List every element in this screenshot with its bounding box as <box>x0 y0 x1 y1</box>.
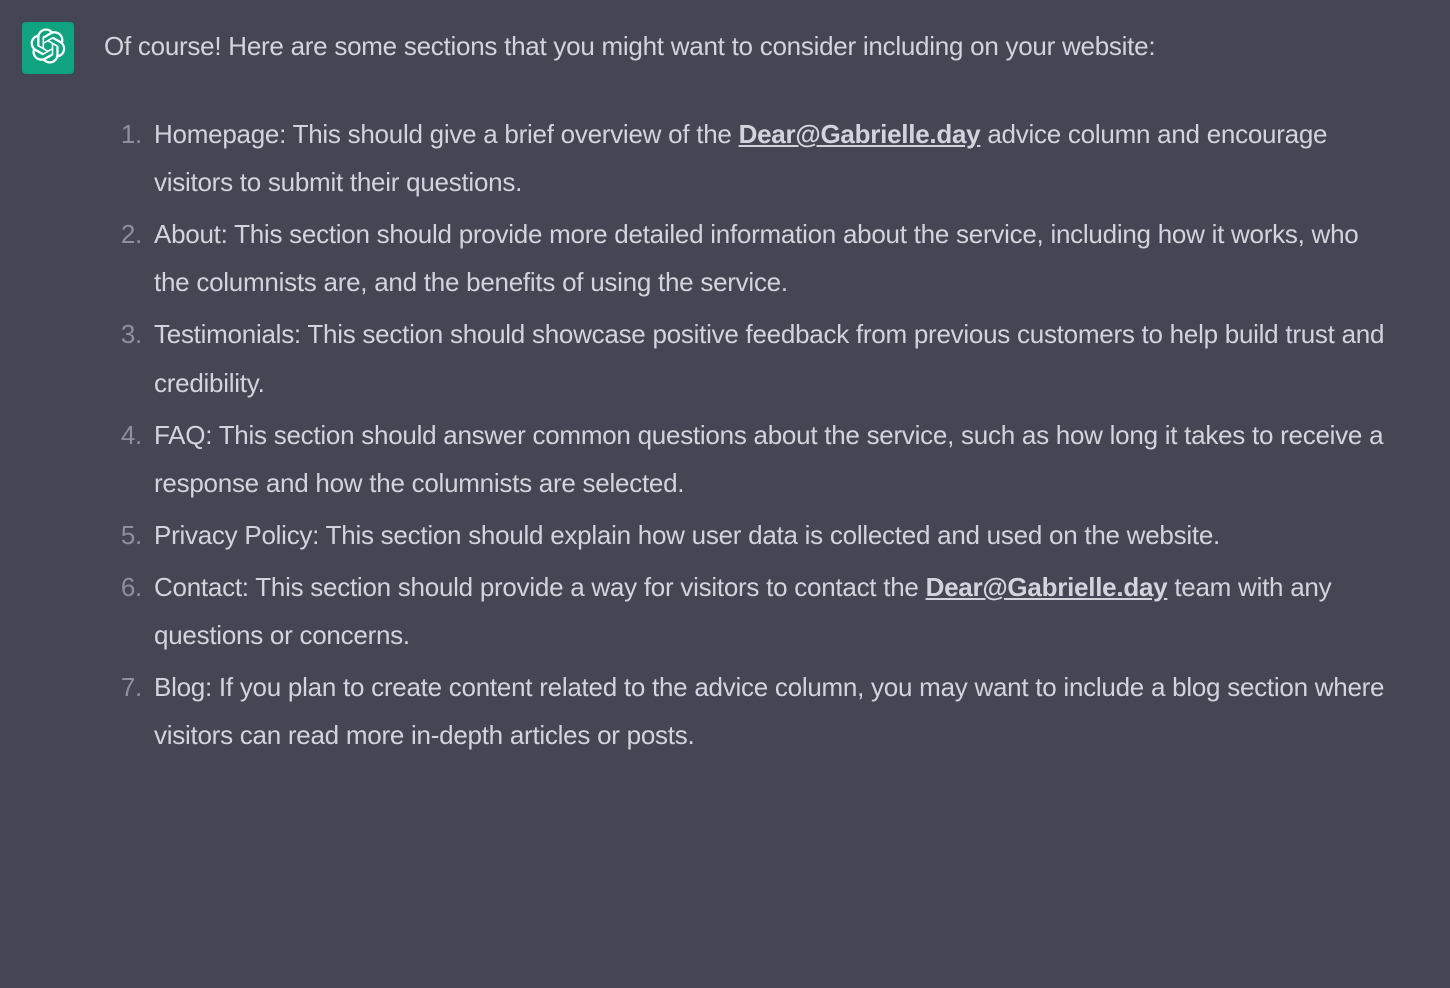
list-item: Blog: If you plan to create content rela… <box>104 663 1398 759</box>
item-text-prefix: Testimonials: This section should showca… <box>154 319 1384 397</box>
list-item: Privacy Policy: This section should expl… <box>104 511 1398 559</box>
item-text-prefix: Blog: If you plan to create content rela… <box>154 672 1384 750</box>
intro-text: Of course! Here are some sections that y… <box>104 22 1398 70</box>
item-text-prefix: Contact: This section should provide a w… <box>154 572 926 602</box>
list-item: About: This section should provide more … <box>104 210 1398 306</box>
message-container: Of course! Here are some sections that y… <box>22 22 1428 763</box>
item-text-prefix: Homepage: This should give a brief overv… <box>154 119 739 149</box>
chatgpt-icon <box>30 28 66 69</box>
list-item: Homepage: This should give a brief overv… <box>104 110 1398 206</box>
email-link[interactable]: Dear@Gabrielle.day <box>739 119 981 149</box>
message-content: Of course! Here are some sections that y… <box>104 22 1428 763</box>
list-item: FAQ: This section should answer common q… <box>104 411 1398 507</box>
sections-list: Homepage: This should give a brief overv… <box>104 110 1398 759</box>
item-text-prefix: About: This section should provide more … <box>154 219 1358 297</box>
list-item: Contact: This section should provide a w… <box>104 563 1398 659</box>
item-text-prefix: FAQ: This section should answer common q… <box>154 420 1383 498</box>
email-link[interactable]: Dear@Gabrielle.day <box>926 572 1168 602</box>
assistant-avatar <box>22 22 74 74</box>
item-text-prefix: Privacy Policy: This section should expl… <box>154 520 1220 550</box>
list-item: Testimonials: This section should showca… <box>104 310 1398 406</box>
